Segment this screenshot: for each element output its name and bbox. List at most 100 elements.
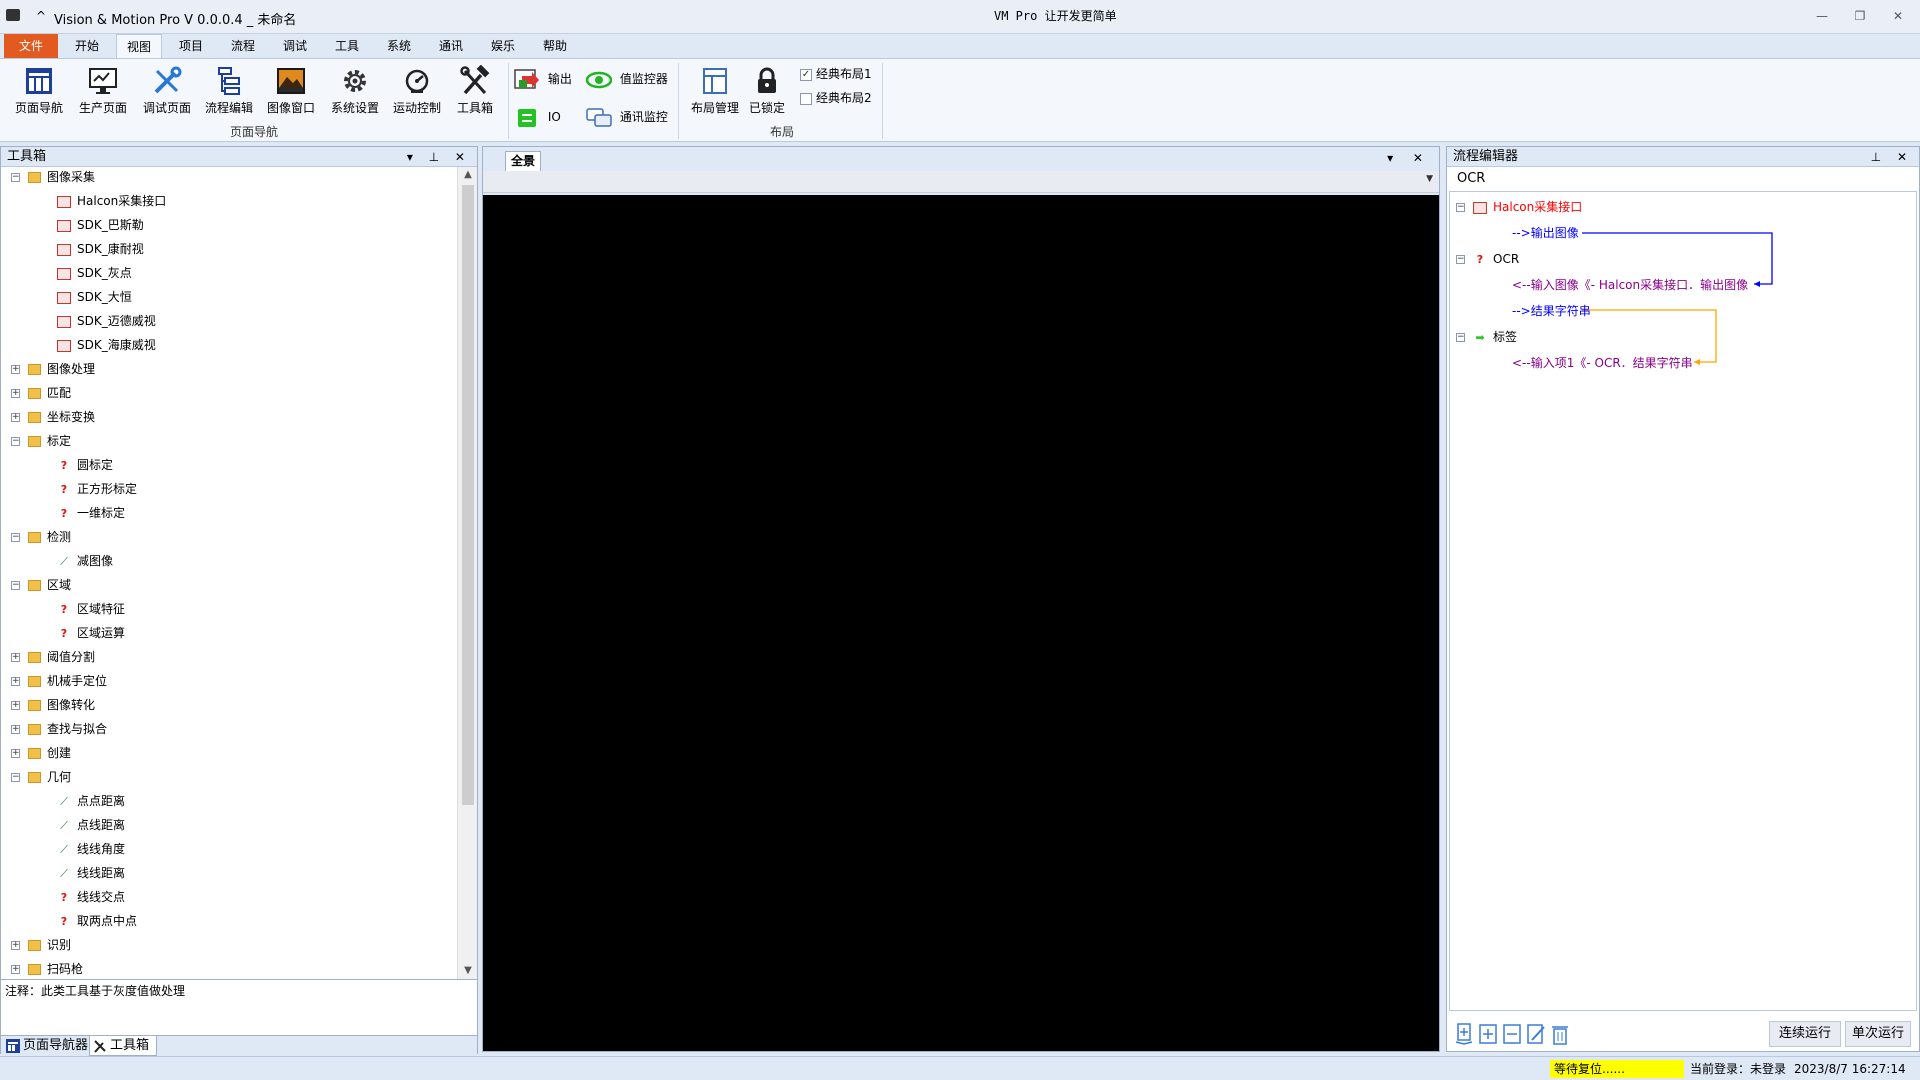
layout-manage-button[interactable]: 布局管理 (684, 63, 746, 121)
tree-folder[interactable]: + 扫码枪 (11, 959, 83, 979)
tree-folder[interactable]: + 图像转化 (11, 695, 95, 715)
close-icon[interactable]: ✕ (1884, 6, 1912, 26)
tree-folder[interactable]: + 图像处理 (11, 359, 95, 379)
lock-layout-button[interactable]: 已锁定 (740, 63, 794, 121)
tree-tool[interactable]: ⟋ 点线距离 (57, 815, 125, 835)
tree-folder[interactable]: + 识别 (11, 935, 71, 955)
menu-tab-debug[interactable]: 调试 (274, 34, 316, 58)
tree-tool[interactable]: ? 区域运算 (57, 623, 125, 643)
flow-edit-button[interactable]: 流程编辑 (198, 63, 260, 121)
delete-icon[interactable] (1551, 1023, 1569, 1045)
tree-tool[interactable]: ? 线线交点 (57, 887, 125, 907)
tab-page-navigator[interactable]: 页面导航器 (3, 1036, 89, 1056)
scroll-up-icon[interactable]: ▲ (458, 167, 478, 183)
collapse-icon[interactable]: − (1456, 333, 1465, 342)
app-icon[interactable] (6, 9, 20, 21)
tree-folder[interactable]: − 几何 (11, 767, 71, 787)
expand-icon[interactable]: + (11, 365, 20, 374)
flow-port-ocr-output[interactable]: -->结果字符串 (1512, 302, 1591, 320)
flow-port-tag-input[interactable]: <--输入项1《- OCR．结果字符串 (1512, 354, 1693, 372)
tree-tool[interactable]: ? 一维标定 (57, 503, 125, 523)
expand-icon[interactable]: + (11, 701, 20, 710)
tree-tool[interactable]: ? 圆标定 (57, 455, 113, 475)
quick-access-caret[interactable]: ^ (36, 9, 46, 23)
chevron-down-icon[interactable]: ▼ (1426, 174, 1433, 184)
classic-layout-1-checkbox[interactable]: ✓ 经典布局1 (800, 65, 872, 83)
tree-folder[interactable]: + 查找与拟合 (11, 719, 107, 739)
page-nav-button[interactable]: 页面导航 (8, 63, 70, 121)
debug-page-button[interactable]: 调试页面 (136, 63, 198, 121)
expand-icon[interactable]: + (11, 413, 20, 422)
toolbox-button[interactable]: 工具箱 (444, 63, 506, 121)
tree-tool[interactable]: ? 取两点中点 (57, 911, 137, 931)
production-page-button[interactable]: 生产页面 (72, 63, 134, 121)
minimize-icon[interactable]: — (1808, 6, 1836, 26)
menu-tab-comm[interactable]: 通讯 (430, 34, 472, 58)
collapse-icon[interactable]: − (11, 581, 20, 590)
system-settings-button[interactable]: 系统设置 (324, 63, 386, 121)
tree-tool[interactable]: SDK_康耐视 (57, 239, 144, 259)
menu-tab-flow[interactable]: 流程 (222, 34, 264, 58)
flow-node-ocr[interactable]: −? OCR (1456, 250, 1519, 268)
panel-controls[interactable]: ▾ ✕ (1387, 151, 1431, 165)
collapse-icon[interactable]: − (11, 533, 20, 542)
tree-tool[interactable]: SDK_迈德威视 (57, 311, 156, 331)
tree-tool[interactable]: ⟋ 线线距离 (57, 863, 125, 883)
tree-folder[interactable]: − 图像采集 (11, 167, 95, 187)
scroll-down-icon[interactable]: ▼ (458, 963, 478, 979)
expand-icon[interactable]: + (11, 749, 20, 758)
insert-step-icon[interactable] (1455, 1023, 1473, 1045)
collapse-icon[interactable]: − (11, 773, 20, 782)
run-once-button[interactable]: 单次运行 (1845, 1021, 1911, 1047)
restore-icon[interactable]: ❐ (1846, 6, 1874, 26)
add-icon[interactable] (1479, 1023, 1497, 1045)
tree-tool[interactable]: ⟋ 线线角度 (57, 839, 125, 859)
expand-icon[interactable]: + (11, 725, 20, 734)
tree-tool[interactable]: ? 正方形标定 (57, 479, 137, 499)
value-monitor-button[interactable]: 值监控器 (586, 65, 668, 93)
flow-port-halcon-output[interactable]: -->输出图像 (1512, 224, 1579, 242)
collapse-icon[interactable]: − (1456, 203, 1465, 212)
tree-folder[interactable]: + 坐标变换 (11, 407, 95, 427)
tree-tool[interactable]: Halcon采集接口 (57, 191, 166, 211)
panel-controls[interactable]: ▾ ⊥ ✕ (407, 147, 471, 167)
tree-tool[interactable]: ⟋ 减图像 (57, 551, 113, 571)
tree-folder[interactable]: + 阈值分割 (11, 647, 95, 667)
tree-folder[interactable]: − 标定 (11, 431, 71, 451)
menu-tab-tools[interactable]: 工具 (326, 34, 368, 58)
menu-tab-system[interactable]: 系统 (378, 34, 420, 58)
tree-tool[interactable]: ? 区域特征 (57, 599, 125, 619)
flow-port-ocr-input[interactable]: <--输入图像《- Halcon采集接口．输出图像 (1512, 276, 1748, 294)
expand-icon[interactable]: + (11, 653, 20, 662)
tab-panorama[interactable]: 全景 (505, 151, 541, 171)
tree-scrollbar[interactable]: ▲ ▼ (457, 167, 477, 979)
tree-folder[interactable]: − 区域 (11, 575, 71, 595)
menu-tab-start[interactable]: 开始 (66, 34, 108, 58)
classic-layout-2-checkbox[interactable]: 经典布局2 (800, 89, 872, 107)
image-canvas[interactable] (483, 195, 1439, 1051)
image-window-button[interactable]: 图像窗口 (260, 63, 322, 121)
edit-icon[interactable] (1527, 1023, 1545, 1045)
menu-tab-view[interactable]: 视图 (116, 34, 162, 58)
scroll-thumb[interactable] (462, 185, 474, 805)
panel-controls[interactable]: ⊥ ✕ (1871, 147, 1913, 167)
image-source-combo[interactable]: ▼ (483, 171, 1439, 193)
collapse-icon[interactable]: − (1456, 255, 1465, 264)
tree-folder[interactable]: − 检测 (11, 527, 71, 547)
output-button[interactable]: 输出 (514, 65, 572, 93)
collapse-icon[interactable]: − (11, 437, 20, 446)
menu-tab-file[interactable]: 文件 (4, 34, 58, 58)
tree-tool[interactable]: SDK_灰点 (57, 263, 132, 283)
io-button[interactable]: IO (514, 103, 561, 131)
flow-canvas[interactable]: − Halcon采集接口 -->输出图像 −? OCR <--输入图像《- Halc… (1449, 191, 1917, 1011)
tree-folder[interactable]: + 机械手定位 (11, 671, 107, 691)
collapse-icon[interactable]: − (11, 173, 20, 182)
menu-tab-entertain[interactable]: 娱乐 (482, 34, 524, 58)
tree-tool[interactable]: SDK_大恒 (57, 287, 132, 307)
tree-folder[interactable]: + 创建 (11, 743, 71, 763)
tree-folder[interactable]: + 匹配 (11, 383, 71, 403)
tree-tool[interactable]: SDK_巴斯勒 (57, 215, 144, 235)
menu-tab-project[interactable]: 项目 (170, 34, 212, 58)
tab-ocr-flow[interactable]: OCR (1451, 169, 1492, 189)
expand-icon[interactable]: + (11, 389, 20, 398)
